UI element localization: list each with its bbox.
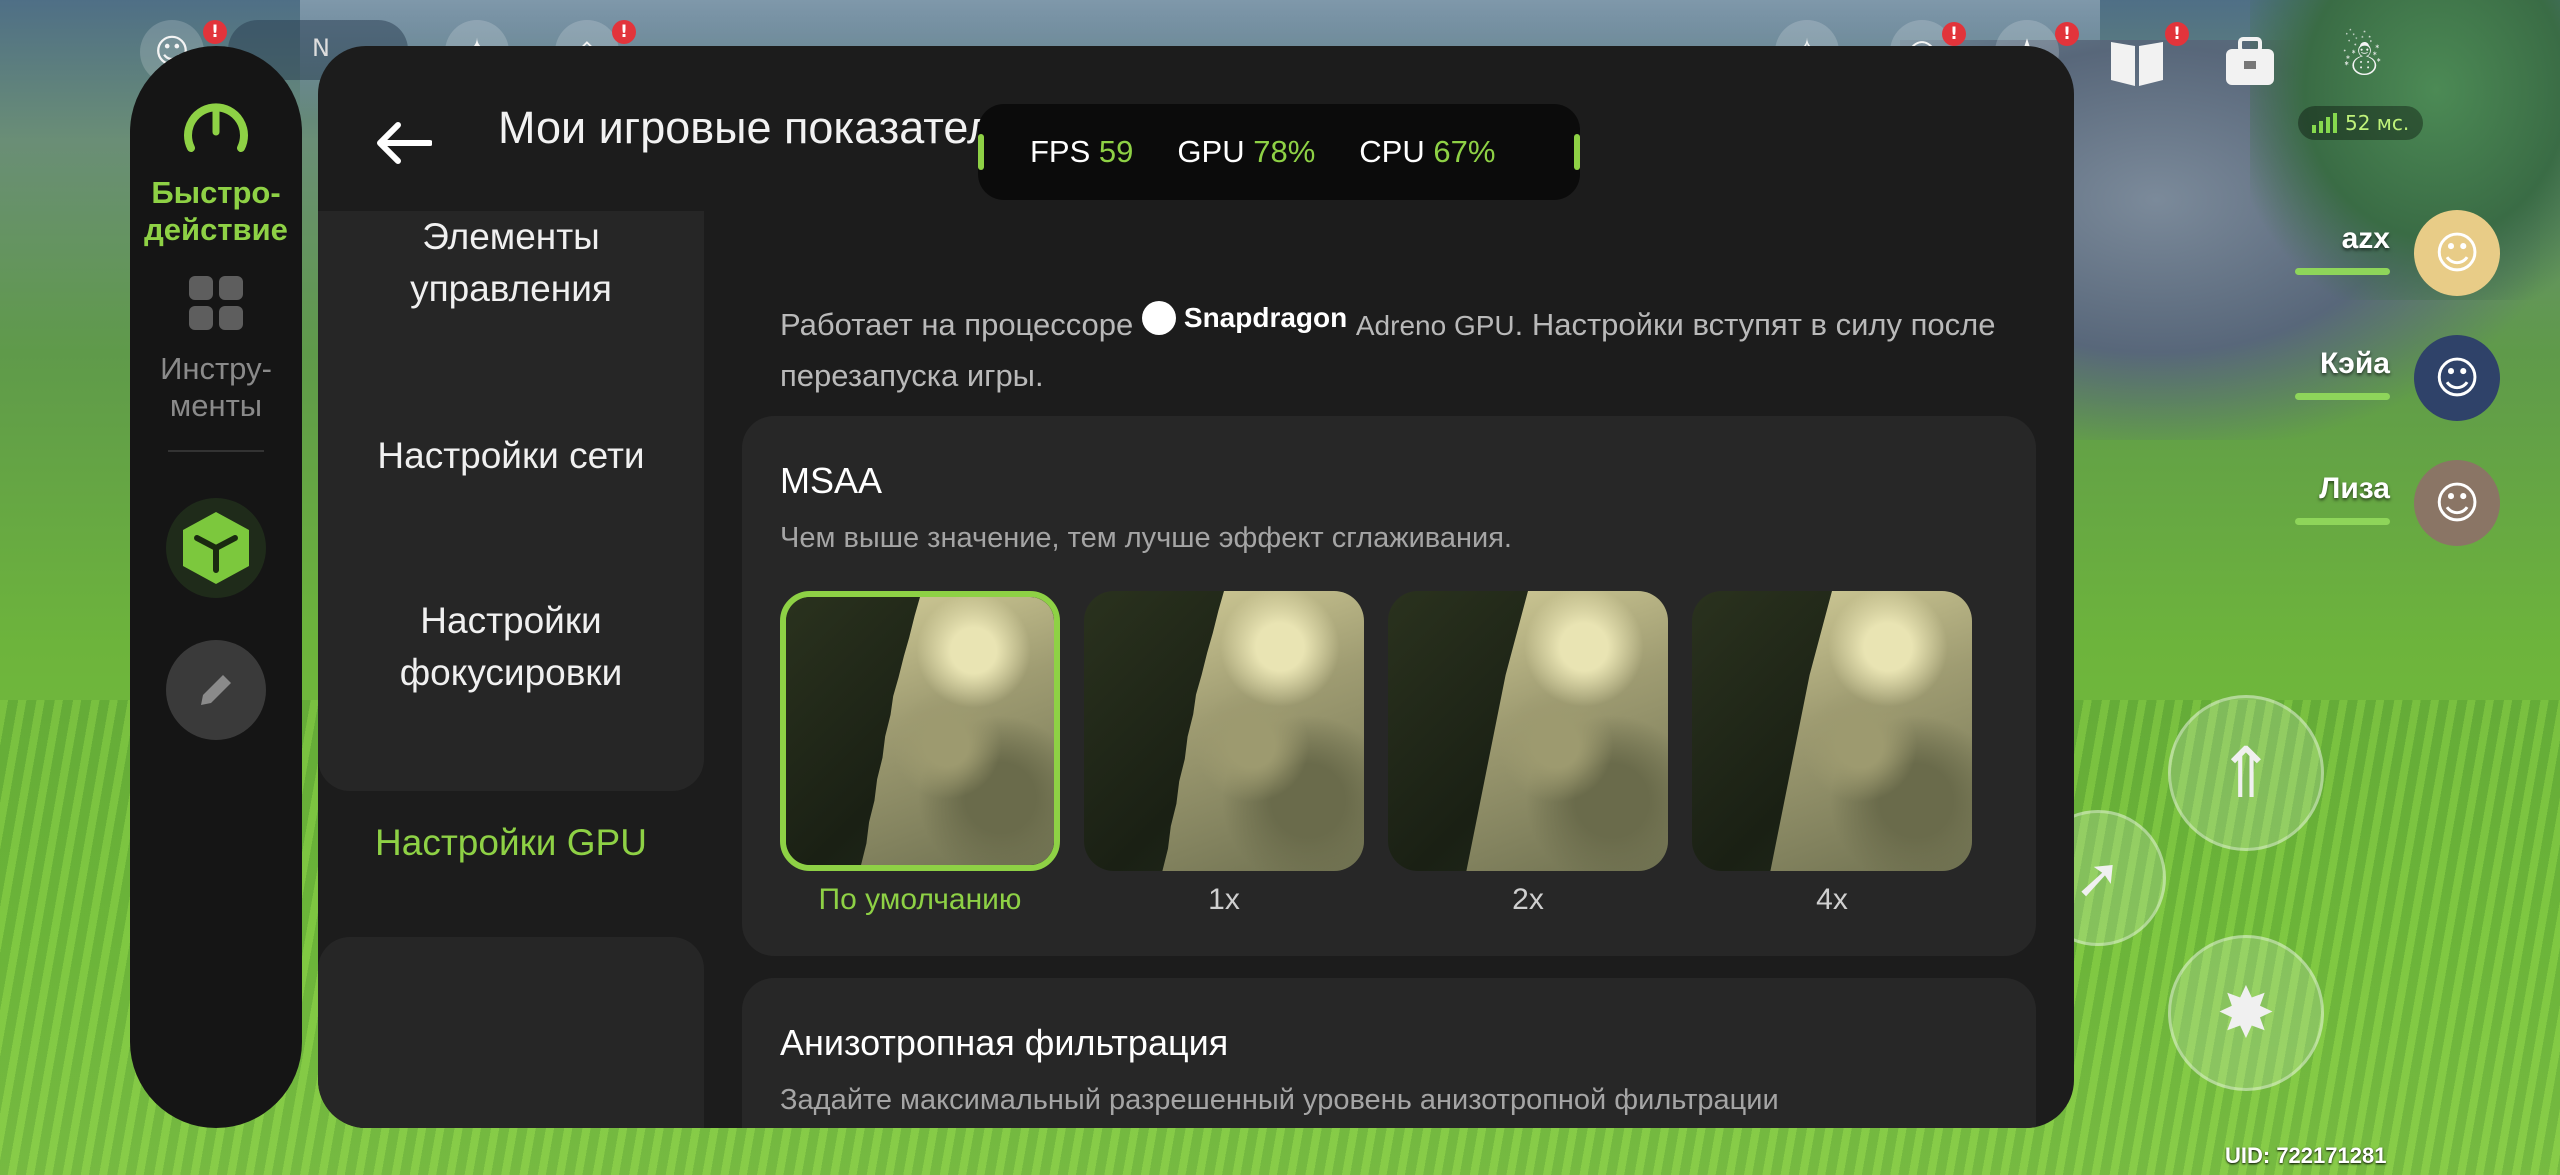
msaa-option-label: 2x	[1512, 883, 1544, 916]
gpu-info-text: Работает на процессоре Snapdragon Adreno…	[780, 293, 2020, 401]
signal-icon	[2312, 113, 2337, 133]
cpu-label: CPU	[1359, 134, 1425, 169]
anisotropic-description: Задайте максимальный разрешенный уровень…	[780, 1084, 1779, 1116]
adreno-label: Adreno GPU	[1355, 310, 1515, 341]
msaa-option-4x[interactable]: 4x	[1692, 591, 1972, 917]
rail-performance[interactable]: Быстро- действие	[130, 92, 302, 248]
page-title: Мои игровые показатели	[498, 102, 1019, 153]
notification-badge: !	[1942, 22, 1966, 46]
gpu-value: 78%	[1253, 134, 1316, 169]
rail-tools[interactable]: Инстру- менты	[130, 274, 302, 424]
edit-button[interactable]	[166, 640, 266, 740]
notification-badge: !	[2055, 22, 2079, 46]
snapdragon-label: Snapdragon	[1183, 302, 1348, 333]
side-rail: Быстро- действие Инстру- менты	[130, 46, 302, 1128]
elemental-skill-button[interactable]: ⇑	[2168, 695, 2324, 851]
character-avatar-icon: ☺	[2414, 335, 2500, 421]
gpu-readout: GPU 78%	[1177, 134, 1315, 170]
snapdragon-logo-icon	[1141, 301, 1176, 335]
ping-value: 52 мс.	[2345, 111, 2410, 135]
back-arrow-icon	[377, 122, 432, 164]
cube-icon	[183, 512, 249, 584]
settings-subnav: Элементы управления Настройки сети Настр…	[318, 211, 704, 1128]
snapdragon-brand: Snapdragon	[1141, 293, 1348, 343]
msaa-card: MSAA Чем выше значение, тем лучше эффект…	[742, 416, 2036, 956]
settings-panel: Мои игровые показатели Элементы управлен…	[318, 46, 2074, 1128]
subnav-item-network[interactable]: Настройки сети	[318, 430, 704, 482]
msaa-option-label: 1x	[1208, 883, 1240, 916]
game-mode-button[interactable]	[166, 498, 266, 598]
party-member-name: Лиза	[2319, 472, 2390, 505]
character-avatar-icon: ☺	[2414, 210, 2500, 296]
performance-overlay[interactable]: FPS 59 GPU 78% CPU 67%	[978, 104, 1580, 200]
gpu-settings-content: Работает на процессоре Snapdragon Adreno…	[742, 211, 2052, 1128]
party-member-hp-bar	[2295, 268, 2390, 275]
elemental-burst-button[interactable]: ✸	[2168, 935, 2324, 1091]
party-member-3[interactable]: Лиза ☺	[2160, 460, 2500, 550]
msaa-option-label: 4x	[1816, 883, 1848, 916]
msaa-option-2x[interactable]: 2x	[1388, 591, 1668, 917]
msaa-preview-image	[1084, 591, 1364, 871]
speedometer-icon	[184, 103, 248, 152]
player-uid: UID: 722171281	[2225, 1143, 2387, 1168]
msaa-preview-image	[780, 591, 1060, 871]
fps-label: FPS	[1030, 134, 1091, 169]
notification-badge: !	[2165, 22, 2189, 46]
grid-icon	[189, 276, 243, 330]
rail-tools-label: Инстру- менты	[160, 351, 272, 423]
msaa-option-default[interactable]: По умолчанию	[780, 591, 1060, 917]
cpu-readout: CPU 67%	[1359, 134, 1495, 170]
notification-badge: !	[612, 20, 636, 44]
inventory-bag-icon[interactable]	[2218, 30, 2282, 94]
gpu-label: GPU	[1177, 134, 1245, 169]
ping-indicator: 52 мс.	[2298, 106, 2424, 140]
rail-divider	[168, 450, 264, 452]
cpu-value: 67%	[1433, 134, 1496, 169]
pencil-icon	[201, 675, 231, 705]
fps-readout: FPS 59	[1030, 134, 1133, 170]
msaa-preview-image	[1388, 591, 1668, 871]
journal-icon[interactable]	[2105, 30, 2169, 94]
overlay-edge-right	[1574, 134, 1580, 170]
character-avatar-icon: ☺	[2414, 460, 2500, 546]
msaa-preview-image	[1692, 591, 1972, 871]
subnav-item-gpu[interactable]: Настройки GPU	[318, 817, 704, 869]
subnav-item-controls[interactable]: Элементы управления	[361, 211, 661, 315]
party-member-name: Кэйа	[2319, 347, 2390, 380]
subnav-card-bottom	[318, 937, 704, 1128]
subnav-item-focus[interactable]: Настройки фокусировки	[371, 595, 651, 699]
party-member-hp-bar	[2295, 518, 2390, 525]
party-member-name: azx	[2341, 222, 2390, 255]
intro-prefix: Работает на процессоре	[780, 307, 1134, 342]
party-member-1[interactable]: azx ☺	[2160, 210, 2500, 300]
overlay-edge-left	[978, 134, 984, 170]
anisotropic-title: Анизотропная фильтрация	[780, 1022, 1229, 1063]
notification-badge: !	[203, 20, 227, 44]
character-menu-icon[interactable]: ☃	[2330, 26, 2394, 90]
fps-value: 59	[1098, 134, 1134, 169]
msaa-title: MSAA	[780, 460, 883, 501]
msaa-option-label: По умолчанию	[818, 883, 1022, 916]
party-member-hp-bar	[2295, 393, 2390, 400]
party-member-2[interactable]: Кэйа ☺	[2160, 335, 2500, 425]
rail-performance-label: Быстро- действие	[144, 175, 288, 247]
msaa-option-1x[interactable]: 1x	[1084, 591, 1364, 917]
anisotropic-card[interactable]: Анизотропная фильтрация Задайте максимал…	[742, 978, 2036, 1128]
back-button[interactable]	[368, 108, 438, 178]
msaa-description: Чем выше значение, тем лучше эффект сгла…	[780, 522, 1512, 554]
